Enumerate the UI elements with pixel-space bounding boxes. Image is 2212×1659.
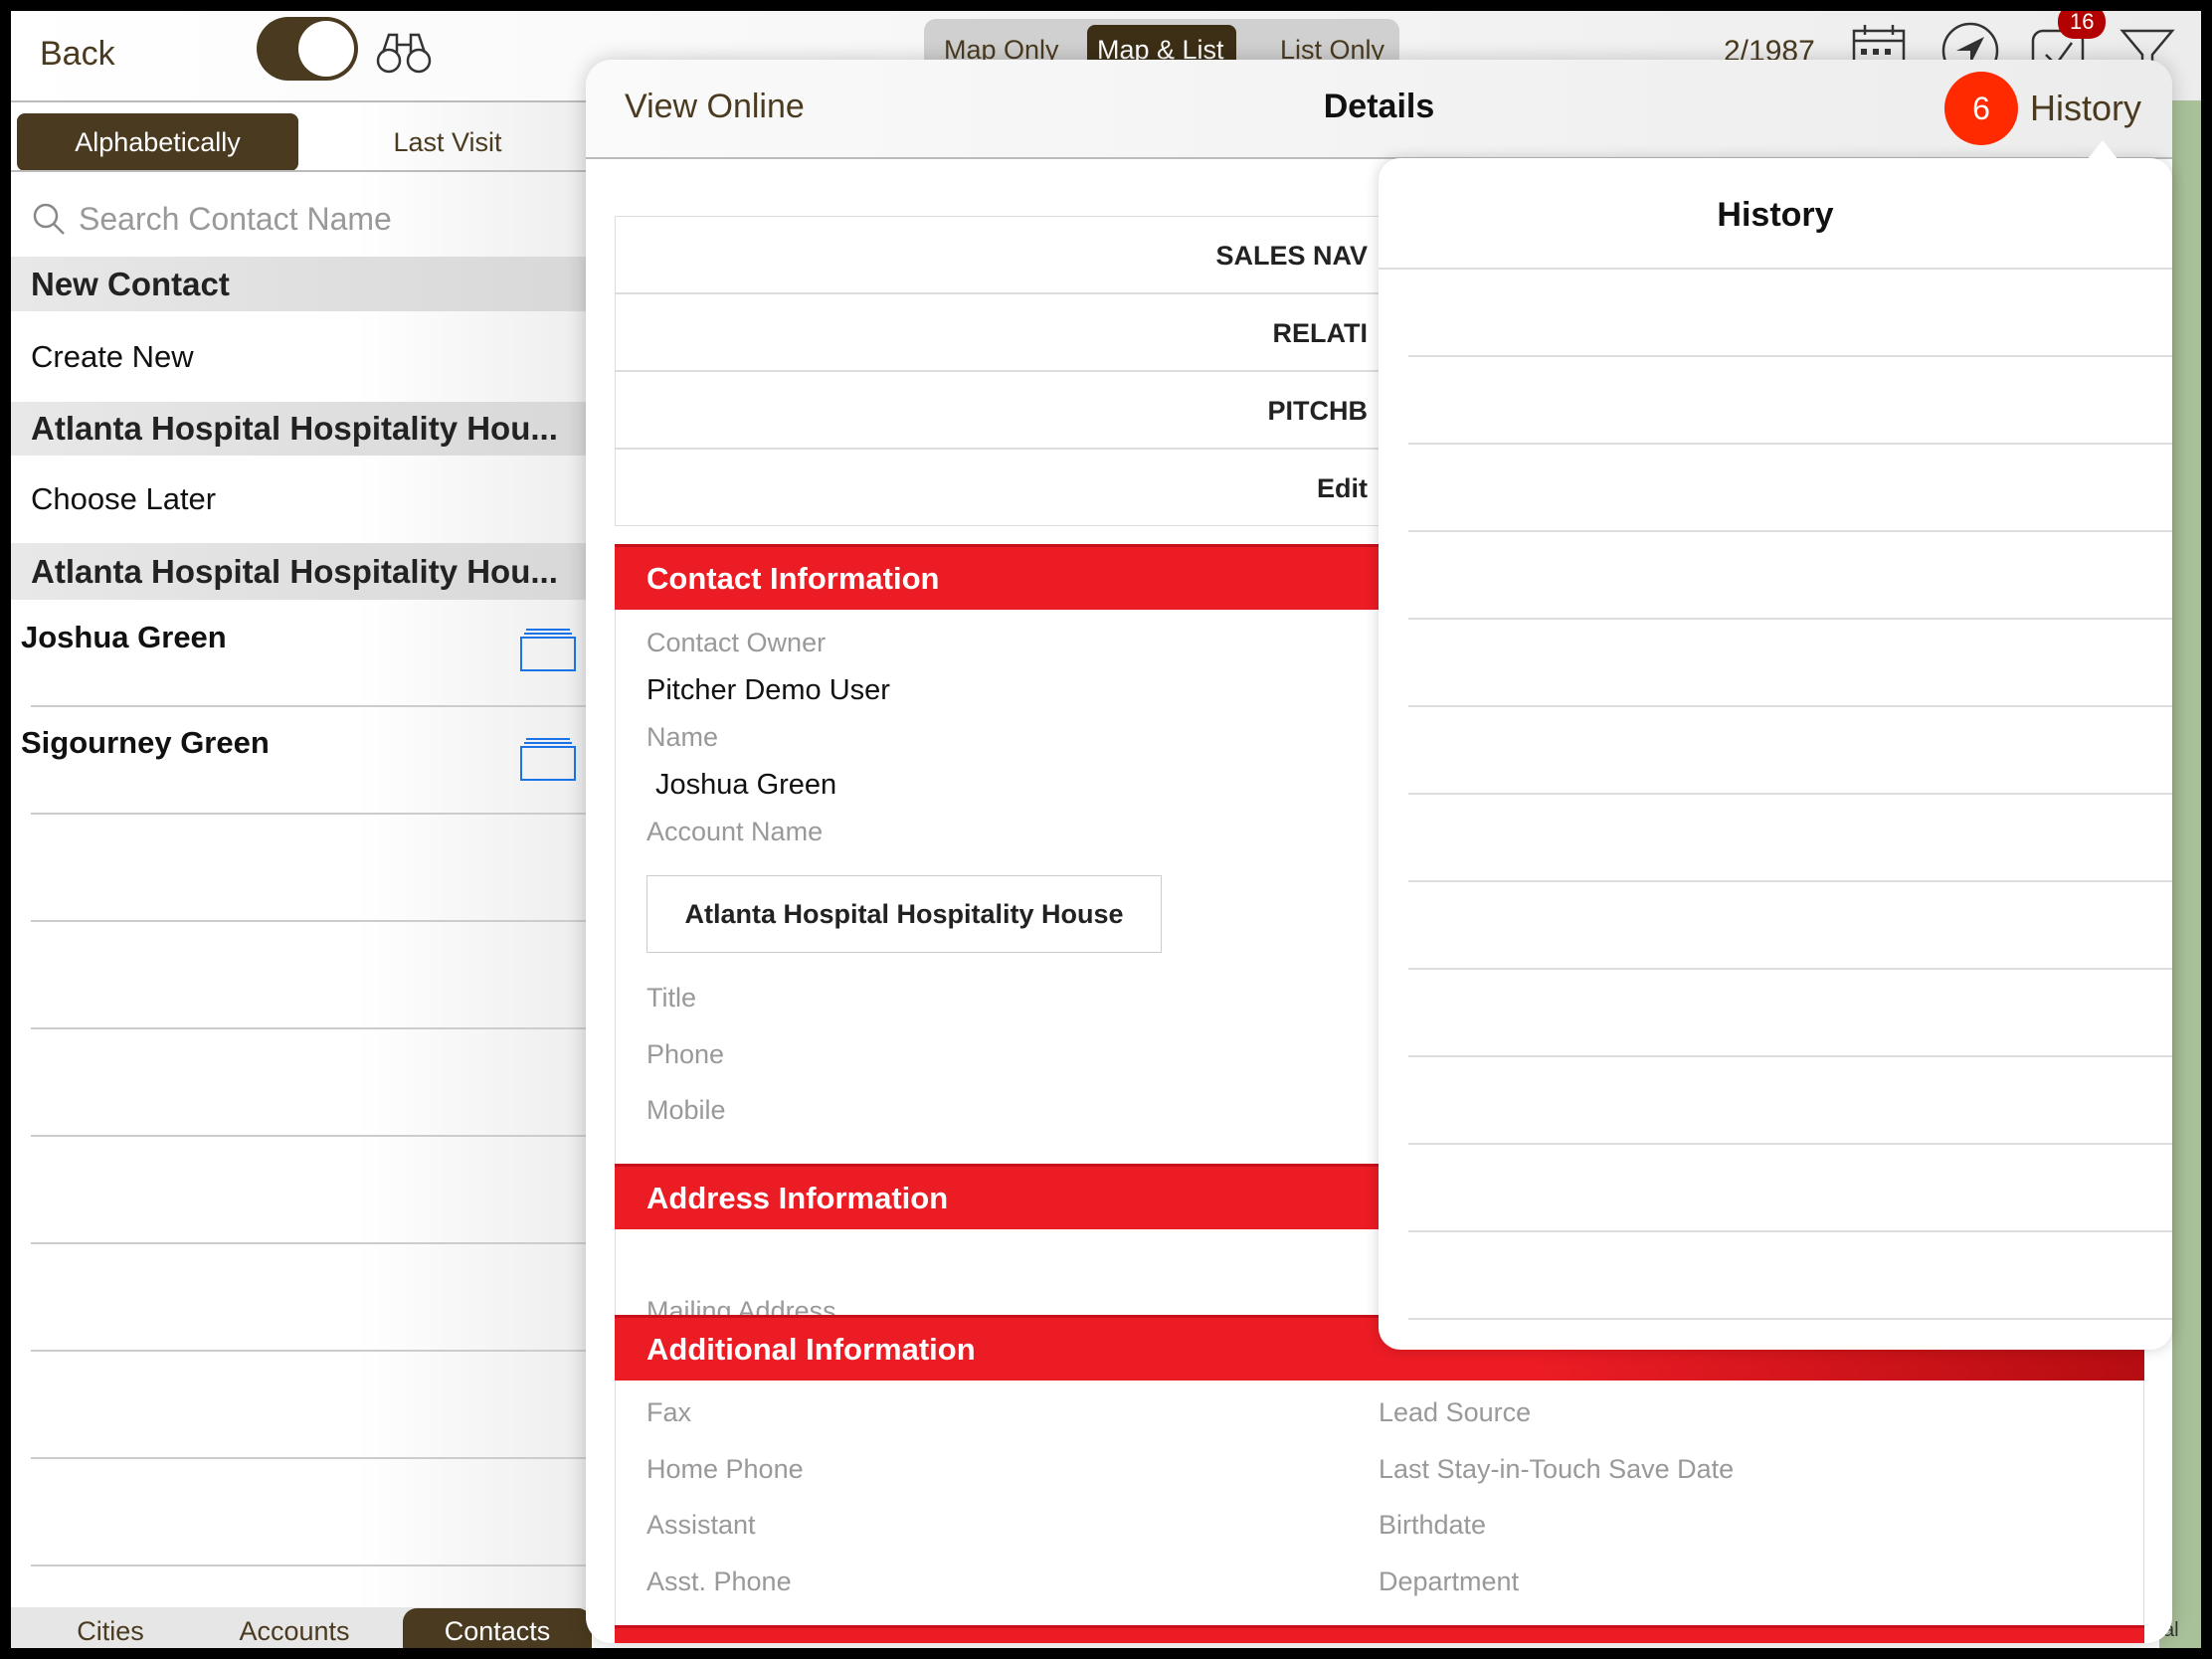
assistant-label: Assistant: [646, 1510, 756, 1540]
phone-label: Phone: [646, 1039, 725, 1069]
department-label: Department: [1379, 1567, 1520, 1596]
history-title: History: [1717, 196, 1834, 234]
next-section-header: [615, 1625, 2144, 1643]
name-value: Joshua Green: [655, 769, 837, 801]
section-header: Atlanta Hospital Hospitality Hou...: [11, 543, 586, 600]
history-button[interactable]: History: [2030, 88, 2141, 129]
tab-contacts[interactable]: Contacts: [403, 1608, 592, 1648]
tab-accounts[interactable]: Accounts: [220, 1608, 369, 1648]
account-link-button[interactable]: Atlanta Hospital Hospitality House: [646, 875, 1162, 953]
create-new-item[interactable]: Create New: [11, 311, 586, 402]
search-icon: [33, 203, 65, 235]
search-input[interactable]: Search Contact Name: [31, 184, 586, 254]
home-phone-label: Home Phone: [646, 1454, 804, 1484]
name-label: Name: [646, 722, 719, 752]
contact-name: Sigourney Green: [21, 725, 270, 760]
sort-alphabetically[interactable]: Alphabetically: [17, 113, 298, 171]
contact-item[interactable]: Sigourney Green: [11, 705, 586, 813]
app-window: al Back Map Only Map & List List Only 2/…: [11, 11, 2201, 1648]
sort-last-visit[interactable]: Last Visit: [309, 113, 586, 171]
contact-card-icon[interactable]: [520, 737, 576, 781]
account-name-label: Account Name: [646, 817, 824, 846]
details-title: Details: [1323, 88, 1435, 125]
history-count-badge: 6: [1944, 72, 2018, 145]
last-stay-in-touch-label: Last Stay-in-Touch Save Date: [1379, 1454, 1735, 1484]
contact-name: Joshua Green: [21, 620, 227, 654]
lead-source-label: Lead Source: [1379, 1397, 1532, 1427]
birthdate-label: Birthdate: [1379, 1510, 1487, 1540]
details-header: View Online Details 6 History: [586, 60, 2172, 159]
section-header: Atlanta Hospital Hospitality Hou...: [11, 402, 586, 456]
back-button[interactable]: Back: [40, 35, 115, 74]
mobile-label: Mobile: [646, 1095, 726, 1125]
toggle-switch[interactable]: [257, 17, 358, 81]
tab-cities[interactable]: Cities: [51, 1608, 170, 1648]
contact-item[interactable]: Joshua Green: [11, 600, 586, 705]
contact-card-icon[interactable]: [520, 628, 576, 671]
choose-later-item[interactable]: Choose Later: [11, 456, 586, 543]
section-header: New Contact: [11, 257, 586, 311]
contact-owner-label: Contact Owner: [646, 628, 827, 657]
asst-phone-label: Asst. Phone: [646, 1567, 792, 1596]
fax-label: Fax: [646, 1397, 692, 1427]
contact-owner-value: Pitcher Demo User: [646, 674, 890, 706]
title-label: Title: [646, 983, 697, 1013]
binoculars-icon[interactable]: [375, 31, 433, 75]
tasks-badge: 16: [2058, 11, 2107, 39]
history-popover: History: [1379, 140, 2172, 1350]
